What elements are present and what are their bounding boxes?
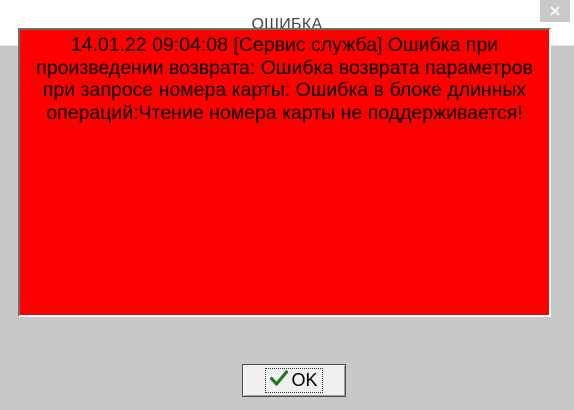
ok-button[interactable]: OK	[242, 364, 346, 397]
error-dialog: ОШИБКА 14.01.22 09:04:08 [Сервис служба]…	[0, 0, 574, 410]
checkmark-icon	[270, 370, 289, 391]
ok-button-label: OK	[291, 370, 318, 390]
close-button[interactable]	[540, 0, 570, 22]
error-message-text: 14.01.22 09:04:08 [Сервис служба] Ошибка…	[36, 34, 533, 124]
ok-button-focus-rect: OK	[265, 368, 323, 393]
close-icon	[550, 6, 560, 16]
error-message-panel: 14.01.22 09:04:08 [Сервис служба] Ошибка…	[18, 28, 551, 317]
